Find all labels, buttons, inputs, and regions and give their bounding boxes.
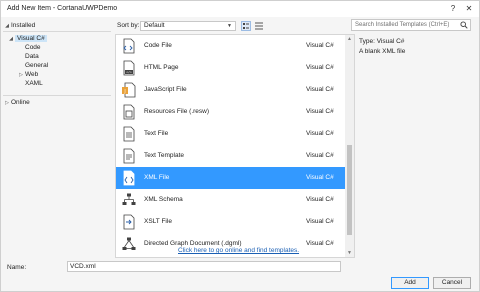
collapse-arrow-icon[interactable]: ◢ (3, 22, 11, 31)
item-language: Visual C# (306, 196, 334, 203)
dgml-icon (122, 237, 136, 250)
list-item[interactable]: XSLT File Visual C# (116, 211, 345, 233)
tree-label-general: General (25, 62, 49, 69)
search-placeholder: Search Installed Templates (Ctrl+E) (355, 22, 450, 28)
item-name: HTML Page (144, 64, 179, 71)
item-language: Visual C# (306, 64, 334, 71)
xml-schema-icon (122, 193, 136, 205)
tree-node-online[interactable]: ▷ Online (3, 98, 30, 107)
type-value: Visual C# (376, 38, 405, 45)
tree-label-web: Web (25, 71, 39, 78)
item-name: Code File (144, 42, 172, 49)
template-description: A blank XML file (359, 48, 406, 55)
item-name: Text File (144, 130, 169, 137)
item-name: Resources File (.resw) (144, 108, 210, 115)
add-button[interactable]: Add (391, 277, 429, 289)
item-language: Visual C# (306, 130, 334, 137)
sort-dropdown[interactable]: Default ▼ (140, 21, 236, 31)
html-page-icon: </> (123, 60, 135, 76)
name-label: Name: (7, 264, 27, 271)
scroll-up-icon[interactable]: ▲ (345, 36, 354, 42)
tree-label-online: Online (11, 99, 30, 106)
name-value: VCD.xml (70, 263, 96, 270)
chevron-down-icon: ▼ (227, 23, 232, 29)
javascript-file-icon: J (122, 82, 136, 98)
item-name: Directed Graph Document (.dgml) (144, 240, 242, 247)
list-item[interactable]: XML Schema Visual C# (116, 189, 345, 211)
scrollbar-thumb[interactable] (347, 145, 352, 235)
item-name: XML Schema (144, 196, 183, 203)
list-item[interactable]: J JavaScript File Visual C# (116, 79, 345, 101)
list-scrollbar[interactable]: ▲ ▼ (345, 35, 354, 257)
type-label: Type: (359, 38, 375, 45)
tree-node-xaml[interactable]: XAML (25, 79, 43, 88)
svg-text:</>: </> (126, 70, 133, 74)
tree-label-data: Data (25, 53, 39, 60)
window-title: Add New Item - CortanaUWPDemo (7, 5, 118, 12)
item-language: Visual C# (306, 174, 334, 181)
list-item[interactable]: </> HTML Page Visual C# (116, 57, 345, 79)
title-bar: Add New Item - CortanaUWPDemo ? ✕ (1, 1, 479, 17)
svg-text:J: J (123, 89, 125, 95)
xml-file-icon (123, 170, 135, 186)
code-file-icon (123, 38, 135, 54)
search-icon[interactable] (460, 21, 468, 29)
details-pane: Type: Visual C# A blank XML file (355, 34, 475, 258)
item-name: JavaScript File (144, 86, 187, 93)
item-name: Text Template (144, 152, 184, 159)
list-item[interactable]: Text Template Visual C# (116, 145, 345, 167)
tree-divider (3, 95, 111, 96)
item-language: Visual C# (306, 42, 334, 49)
tree-node-installed[interactable]: ◢ Installed (3, 21, 111, 30)
item-name: XSLT File (144, 218, 172, 225)
tree-node-visual-csharp[interactable]: ◢ Visual C# (7, 34, 47, 43)
text-template-icon (123, 148, 135, 164)
add-new-item-dialog: Add New Item - CortanaUWPDemo ? ✕ ◢ Insta… (0, 0, 480, 292)
cancel-button[interactable]: Cancel (433, 277, 471, 289)
resources-file-icon (123, 104, 135, 120)
item-language: Visual C# (306, 240, 334, 247)
tree-label-installed: Installed (11, 22, 36, 29)
item-language: Visual C# (306, 86, 334, 93)
item-language: Visual C# (306, 152, 334, 159)
search-input[interactable]: Search Installed Templates (Ctrl+E) (351, 19, 471, 31)
name-row: Name: VCD.xml (1, 259, 479, 273)
item-name: XML File (144, 174, 170, 181)
item-language: Visual C# (306, 108, 334, 115)
small-icons-view-icon[interactable] (254, 21, 264, 31)
help-icon[interactable]: ? (447, 3, 459, 15)
find-templates-online-link[interactable]: Click here to go online and find templat… (178, 247, 299, 254)
tree-node-data[interactable]: Data (25, 52, 39, 61)
close-icon[interactable]: ✕ (463, 3, 475, 15)
xslt-file-icon (123, 214, 135, 230)
tree-node-general[interactable]: General (25, 61, 48, 70)
item-language: Visual C# (306, 218, 334, 225)
medium-icons-view-icon[interactable] (241, 21, 251, 31)
name-field[interactable]: VCD.xml (67, 261, 341, 272)
list-item[interactable]: Resources File (.resw) Visual C# (116, 101, 345, 123)
list-item-selected[interactable]: XML File Visual C# (116, 167, 345, 189)
tree-label-visual-csharp: Visual C# (15, 35, 47, 42)
tree-node-web[interactable]: ▷ Web (17, 70, 38, 79)
expand-arrow-icon[interactable]: ▷ (3, 99, 11, 108)
text-file-icon (123, 126, 135, 142)
template-list: Code File Visual C# </> HTML Page Visual… (115, 34, 355, 258)
sort-label: Sort by: (117, 22, 140, 29)
template-type: Type: Visual C# (359, 38, 404, 45)
scroll-down-icon[interactable]: ▼ (345, 250, 354, 256)
category-tree: ◢ Installed ◢ Visual C# Code Data General … (3, 19, 111, 257)
list-item[interactable]: Code File Visual C# (116, 35, 345, 57)
tree-label-xaml: XAML (25, 80, 43, 87)
tree-label-code: Code (25, 44, 41, 51)
sort-bar: Sort by: Default ▼ (115, 19, 347, 33)
sort-value: Default (144, 22, 165, 29)
collapse-arrow-icon[interactable]: ◢ (7, 35, 15, 44)
list-item[interactable]: Text File Visual C# (116, 123, 345, 145)
tree-divider (3, 31, 111, 32)
tree-node-code[interactable]: Code (25, 43, 41, 52)
expand-arrow-icon[interactable]: ▷ (17, 71, 25, 80)
